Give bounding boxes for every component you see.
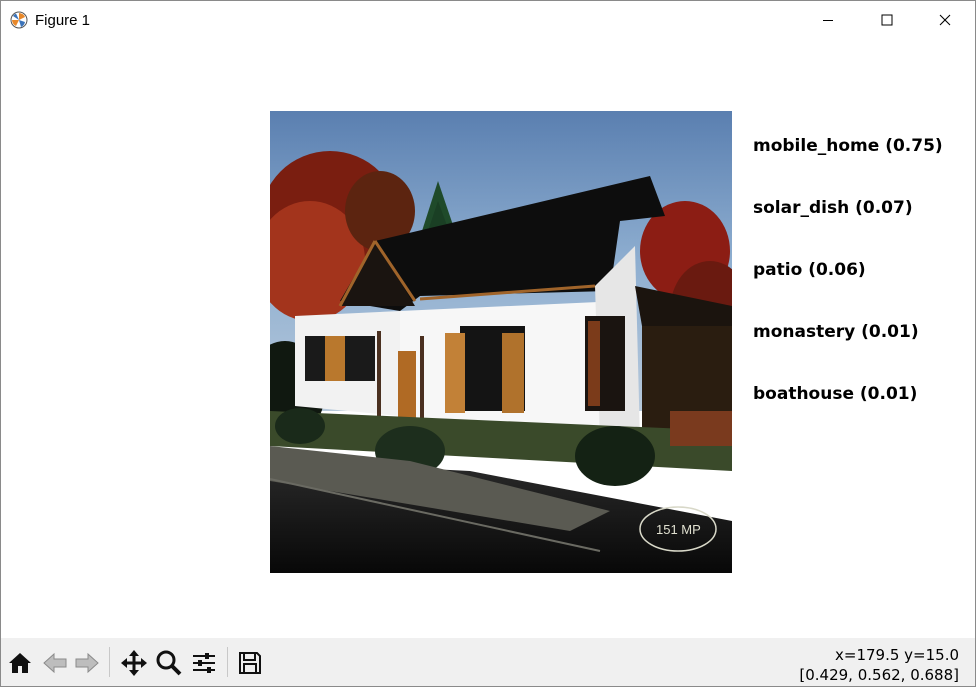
back-arrow-icon bbox=[43, 652, 67, 674]
zoom-icon bbox=[156, 650, 182, 676]
watermark-text: 151 MP bbox=[656, 522, 701, 537]
home-icon bbox=[9, 653, 31, 673]
cursor-coordinates: x=179.5 y=15.0 bbox=[835, 646, 959, 664]
configure-subplots-icon bbox=[193, 653, 215, 673]
close-button[interactable] bbox=[916, 1, 974, 39]
prediction-label: patio (0.06) bbox=[753, 260, 866, 280]
figure-window: Figure 1 151 MP mobile_home (0.75) solar… bbox=[0, 0, 976, 687]
figure-canvas[interactable]: 151 MP mobile_home (0.75) solar_dish (0.… bbox=[1, 39, 975, 637]
pan-icon bbox=[121, 650, 147, 676]
maximize-icon bbox=[881, 14, 893, 26]
pan-button[interactable] bbox=[119, 648, 149, 678]
navigation-toolbar: x=179.5 y=15.0 [0.429, 0.562, 0.688] bbox=[1, 638, 975, 686]
title-bar[interactable]: Figure 1 bbox=[1, 1, 975, 39]
forward-button[interactable] bbox=[72, 648, 102, 678]
toolbar-separator bbox=[109, 647, 110, 677]
save-button[interactable] bbox=[235, 648, 265, 678]
window-title: Figure 1 bbox=[35, 12, 91, 29]
house-photo: 151 MP bbox=[270, 111, 732, 573]
prediction-label: boathouse (0.01) bbox=[753, 384, 918, 404]
prediction-label: mobile_home (0.75) bbox=[753, 136, 943, 156]
prediction-label: solar_dish (0.07) bbox=[753, 198, 913, 218]
back-button[interactable] bbox=[40, 648, 70, 678]
home-button[interactable] bbox=[5, 648, 35, 678]
close-icon bbox=[939, 14, 951, 26]
minimize-icon bbox=[823, 20, 833, 21]
maximize-button[interactable] bbox=[858, 1, 916, 39]
save-icon bbox=[239, 652, 261, 674]
matplotlib-icon bbox=[10, 11, 28, 29]
minimize-button[interactable] bbox=[799, 1, 857, 39]
toolbar-separator bbox=[227, 647, 228, 677]
forward-arrow-icon bbox=[75, 652, 99, 674]
zoom-button[interactable] bbox=[154, 648, 184, 678]
prediction-label: monastery (0.01) bbox=[753, 322, 919, 342]
configure-subplots-button[interactable] bbox=[189, 648, 219, 678]
pixel-value: [0.429, 0.562, 0.688] bbox=[799, 666, 959, 684]
status-readout: x=179.5 y=15.0 [0.429, 0.562, 0.688] bbox=[799, 645, 959, 685]
